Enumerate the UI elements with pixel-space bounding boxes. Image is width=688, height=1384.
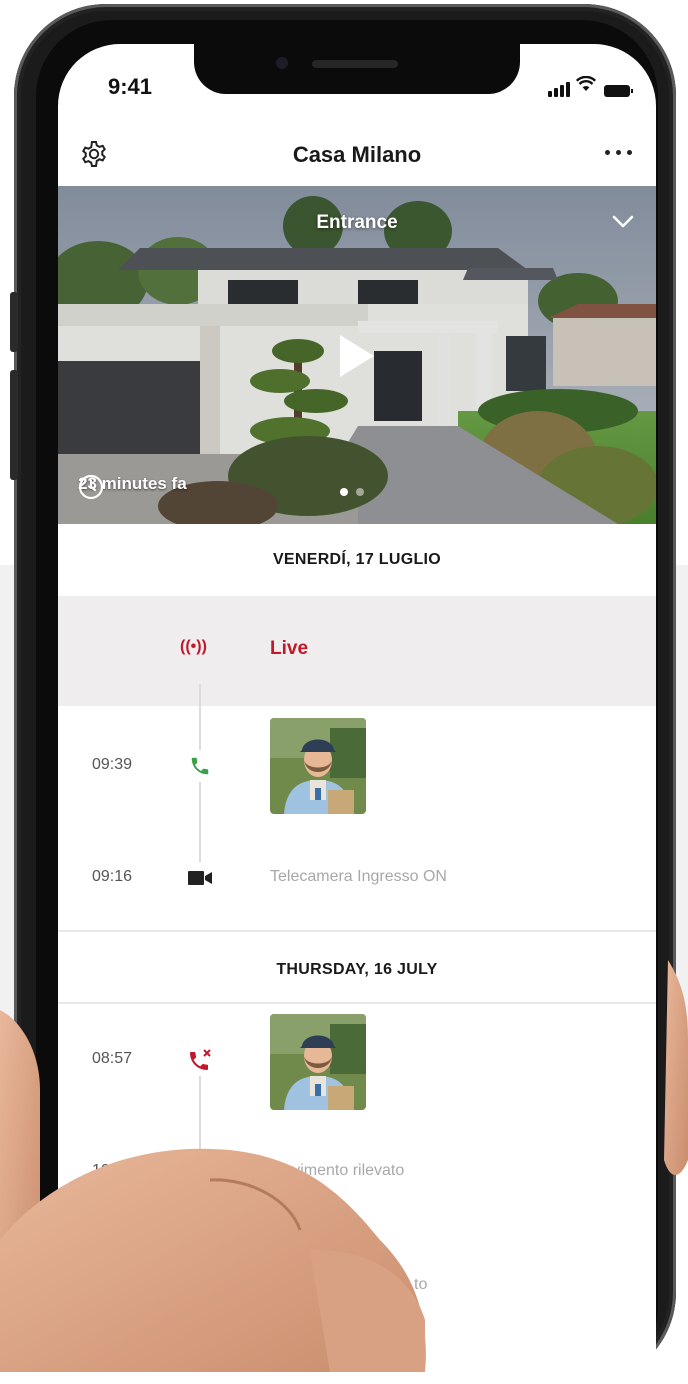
- phone-answered-icon: [184, 750, 216, 782]
- page-dot[interactable]: [356, 488, 364, 496]
- wifi-icon: [575, 75, 597, 97]
- phone-missed-icon: [184, 1044, 216, 1076]
- event-description: to: [414, 1276, 428, 1293]
- camera-preview[interactable]: Entrance 23 minutes fa: [58, 186, 656, 524]
- page-dot[interactable]: [340, 488, 348, 496]
- timeline-line: [199, 684, 201, 886]
- date-header: VENERDÍ, 17 LUGLIO: [272, 551, 442, 568]
- video-camera-icon: [184, 862, 216, 894]
- clock-icon: [78, 474, 104, 500]
- page-title: Casa Milano: [292, 142, 422, 167]
- more-horizontal-icon[interactable]: [605, 150, 632, 155]
- pagination-dots: [340, 488, 364, 496]
- event-thumbnail[interactable]: [270, 718, 366, 814]
- snapshot-time: 23 minutes fa: [78, 474, 187, 500]
- event-description: Movimento rilevato: [270, 1162, 405, 1179]
- notch: [194, 44, 520, 94]
- app-screen: 9:41 Casa Milano Entrance 23 minutes fa …: [58, 44, 656, 1384]
- side-button: [10, 292, 18, 352]
- app-header: Casa Milano: [58, 124, 656, 186]
- event-time: 09:16: [92, 868, 133, 885]
- event-time: 10:: [92, 1162, 115, 1179]
- status-time: 9:41: [108, 74, 153, 99]
- divider: [58, 930, 656, 932]
- camera-name[interactable]: Entrance: [58, 212, 656, 234]
- divider: [58, 1002, 656, 1004]
- date-header: THURSDAY, 16 JULY: [276, 961, 438, 978]
- broadcast-icon: ((•)): [180, 638, 207, 655]
- event-time: 08:57: [92, 1050, 133, 1067]
- status-icons: [548, 75, 633, 97]
- event-description: Telecamera Ingresso ON: [270, 868, 447, 885]
- play-icon[interactable]: [330, 331, 380, 381]
- side-button: [10, 370, 18, 480]
- chevron-down-icon[interactable]: [610, 208, 636, 234]
- live-label: Live: [270, 638, 309, 659]
- live-row[interactable]: ((•)) Live: [58, 596, 656, 706]
- signal-icon: [548, 82, 570, 97]
- battery-icon: [604, 85, 633, 97]
- event-time: 09:39: [92, 756, 133, 773]
- event-thumbnail[interactable]: [270, 1014, 366, 1110]
